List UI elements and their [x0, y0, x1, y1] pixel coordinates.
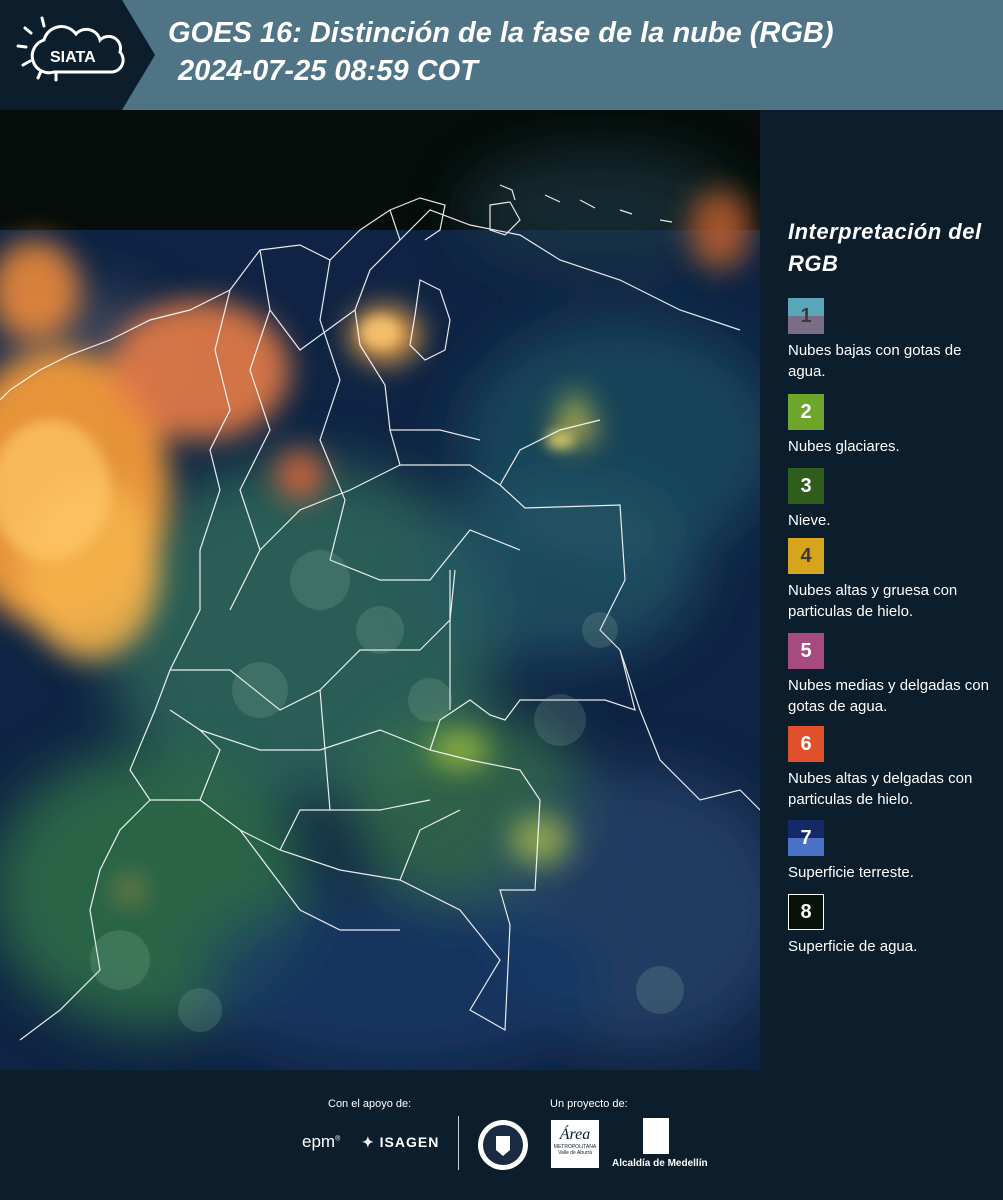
- title-product: GOES 16: Distinción de la fase de la nub…: [168, 17, 834, 49]
- legend-number: 7: [800, 826, 812, 849]
- legend-label: Nubes altas y delgadas con particulas de…: [788, 770, 973, 808]
- legend-swatch-4: 4: [788, 538, 824, 574]
- legend-item-2: 2 Nubes glaciares.: [788, 394, 998, 457]
- legend-item-5: 5 Nubes medias y delgadas con gotas de a…: [788, 633, 998, 717]
- legend-number: 3: [800, 474, 812, 497]
- legend-item-7: 7 Superficie terreste.: [788, 820, 998, 883]
- footer: Con el apoyo de: Un proyecto de: epm® ✦ …: [0, 1070, 1003, 1200]
- legend-label: Nubes medias y delgadas con gotas de agu…: [788, 677, 989, 715]
- project-caption: Un proyecto de:: [550, 1098, 628, 1110]
- legend-label: Nubes glaciares.: [788, 438, 900, 455]
- legend-label: Nieve.: [788, 512, 831, 529]
- isagen-logo: ✦ ISAGEN: [362, 1134, 439, 1151]
- legend-title: Interpretación del RGB: [788, 219, 982, 276]
- legend-item-6: 6 Nubes altas y delgadas con particulas …: [788, 726, 998, 810]
- medellin-shield-icon: [643, 1118, 669, 1154]
- legend-number: 6: [800, 732, 812, 755]
- rgb-legend: Interpretación del RGB 1 Nubes bajas con…: [760, 110, 1003, 1070]
- legend-number: 8: [800, 900, 812, 923]
- metro-logo-text: Área: [559, 1126, 591, 1143]
- legend-swatch-8: 8: [788, 894, 824, 930]
- legend-label: Superficie terreste.: [788, 864, 914, 881]
- epm-logo: epm®: [302, 1132, 341, 1151]
- metro-sub-2: Valle de Aburrá: [558, 1150, 592, 1156]
- legend-item-3: 3 Nieve.: [788, 468, 998, 531]
- legend-item-1: 1 Nubes bajas con gotas de agua.: [788, 298, 998, 382]
- legend-label: Superficie de agua.: [788, 938, 918, 955]
- siata-logo: SIATA: [0, 0, 155, 110]
- area-metropolitana-logo: Área METROPOLITANA Valle de Aburrá: [551, 1120, 599, 1168]
- legend-swatch-5: 5: [788, 633, 824, 669]
- legend-swatch-7: 7: [788, 820, 824, 856]
- legend-number: 4: [800, 544, 812, 567]
- title-timestamp: 2024-07-25 08:59 COT: [178, 55, 478, 87]
- isagen-text: ISAGEN: [379, 1134, 440, 1150]
- legend-item-8: 8 Superficie de agua.: [788, 894, 998, 957]
- header: SIATA GOES 16: Distinción de la fase de …: [0, 0, 1003, 110]
- legend-swatch-1: 1: [788, 298, 824, 334]
- siata-brand-text: SIATA: [50, 49, 96, 66]
- footer-divider: [458, 1116, 459, 1170]
- medellin-label: Alcaldía de Medellín: [612, 1158, 708, 1169]
- isagen-icon: ✦: [362, 1134, 375, 1150]
- legend-number: 2: [800, 400, 812, 423]
- legend-item-4: 4 Nubes altas y gruesa con particulas de…: [788, 538, 998, 622]
- legend-swatch-3: 3: [788, 468, 824, 504]
- legend-swatch-6: 6: [788, 726, 824, 762]
- medellin-seal-logo: [478, 1120, 528, 1170]
- legend-label: Nubes bajas con gotas de agua.: [788, 342, 962, 380]
- satellite-rgb-map: [0, 110, 760, 1070]
- legend-swatch-2: 2: [788, 394, 824, 430]
- page-title: GOES 16: Distinción de la fase de la nub…: [168, 14, 834, 90]
- epm-text: epm: [302, 1132, 336, 1151]
- legend-label: Nubes altas y gruesa con particulas de h…: [788, 582, 958, 620]
- support-caption: Con el apoyo de:: [328, 1098, 412, 1110]
- legend-number: 1: [800, 304, 812, 327]
- legend-number: 5: [800, 639, 812, 662]
